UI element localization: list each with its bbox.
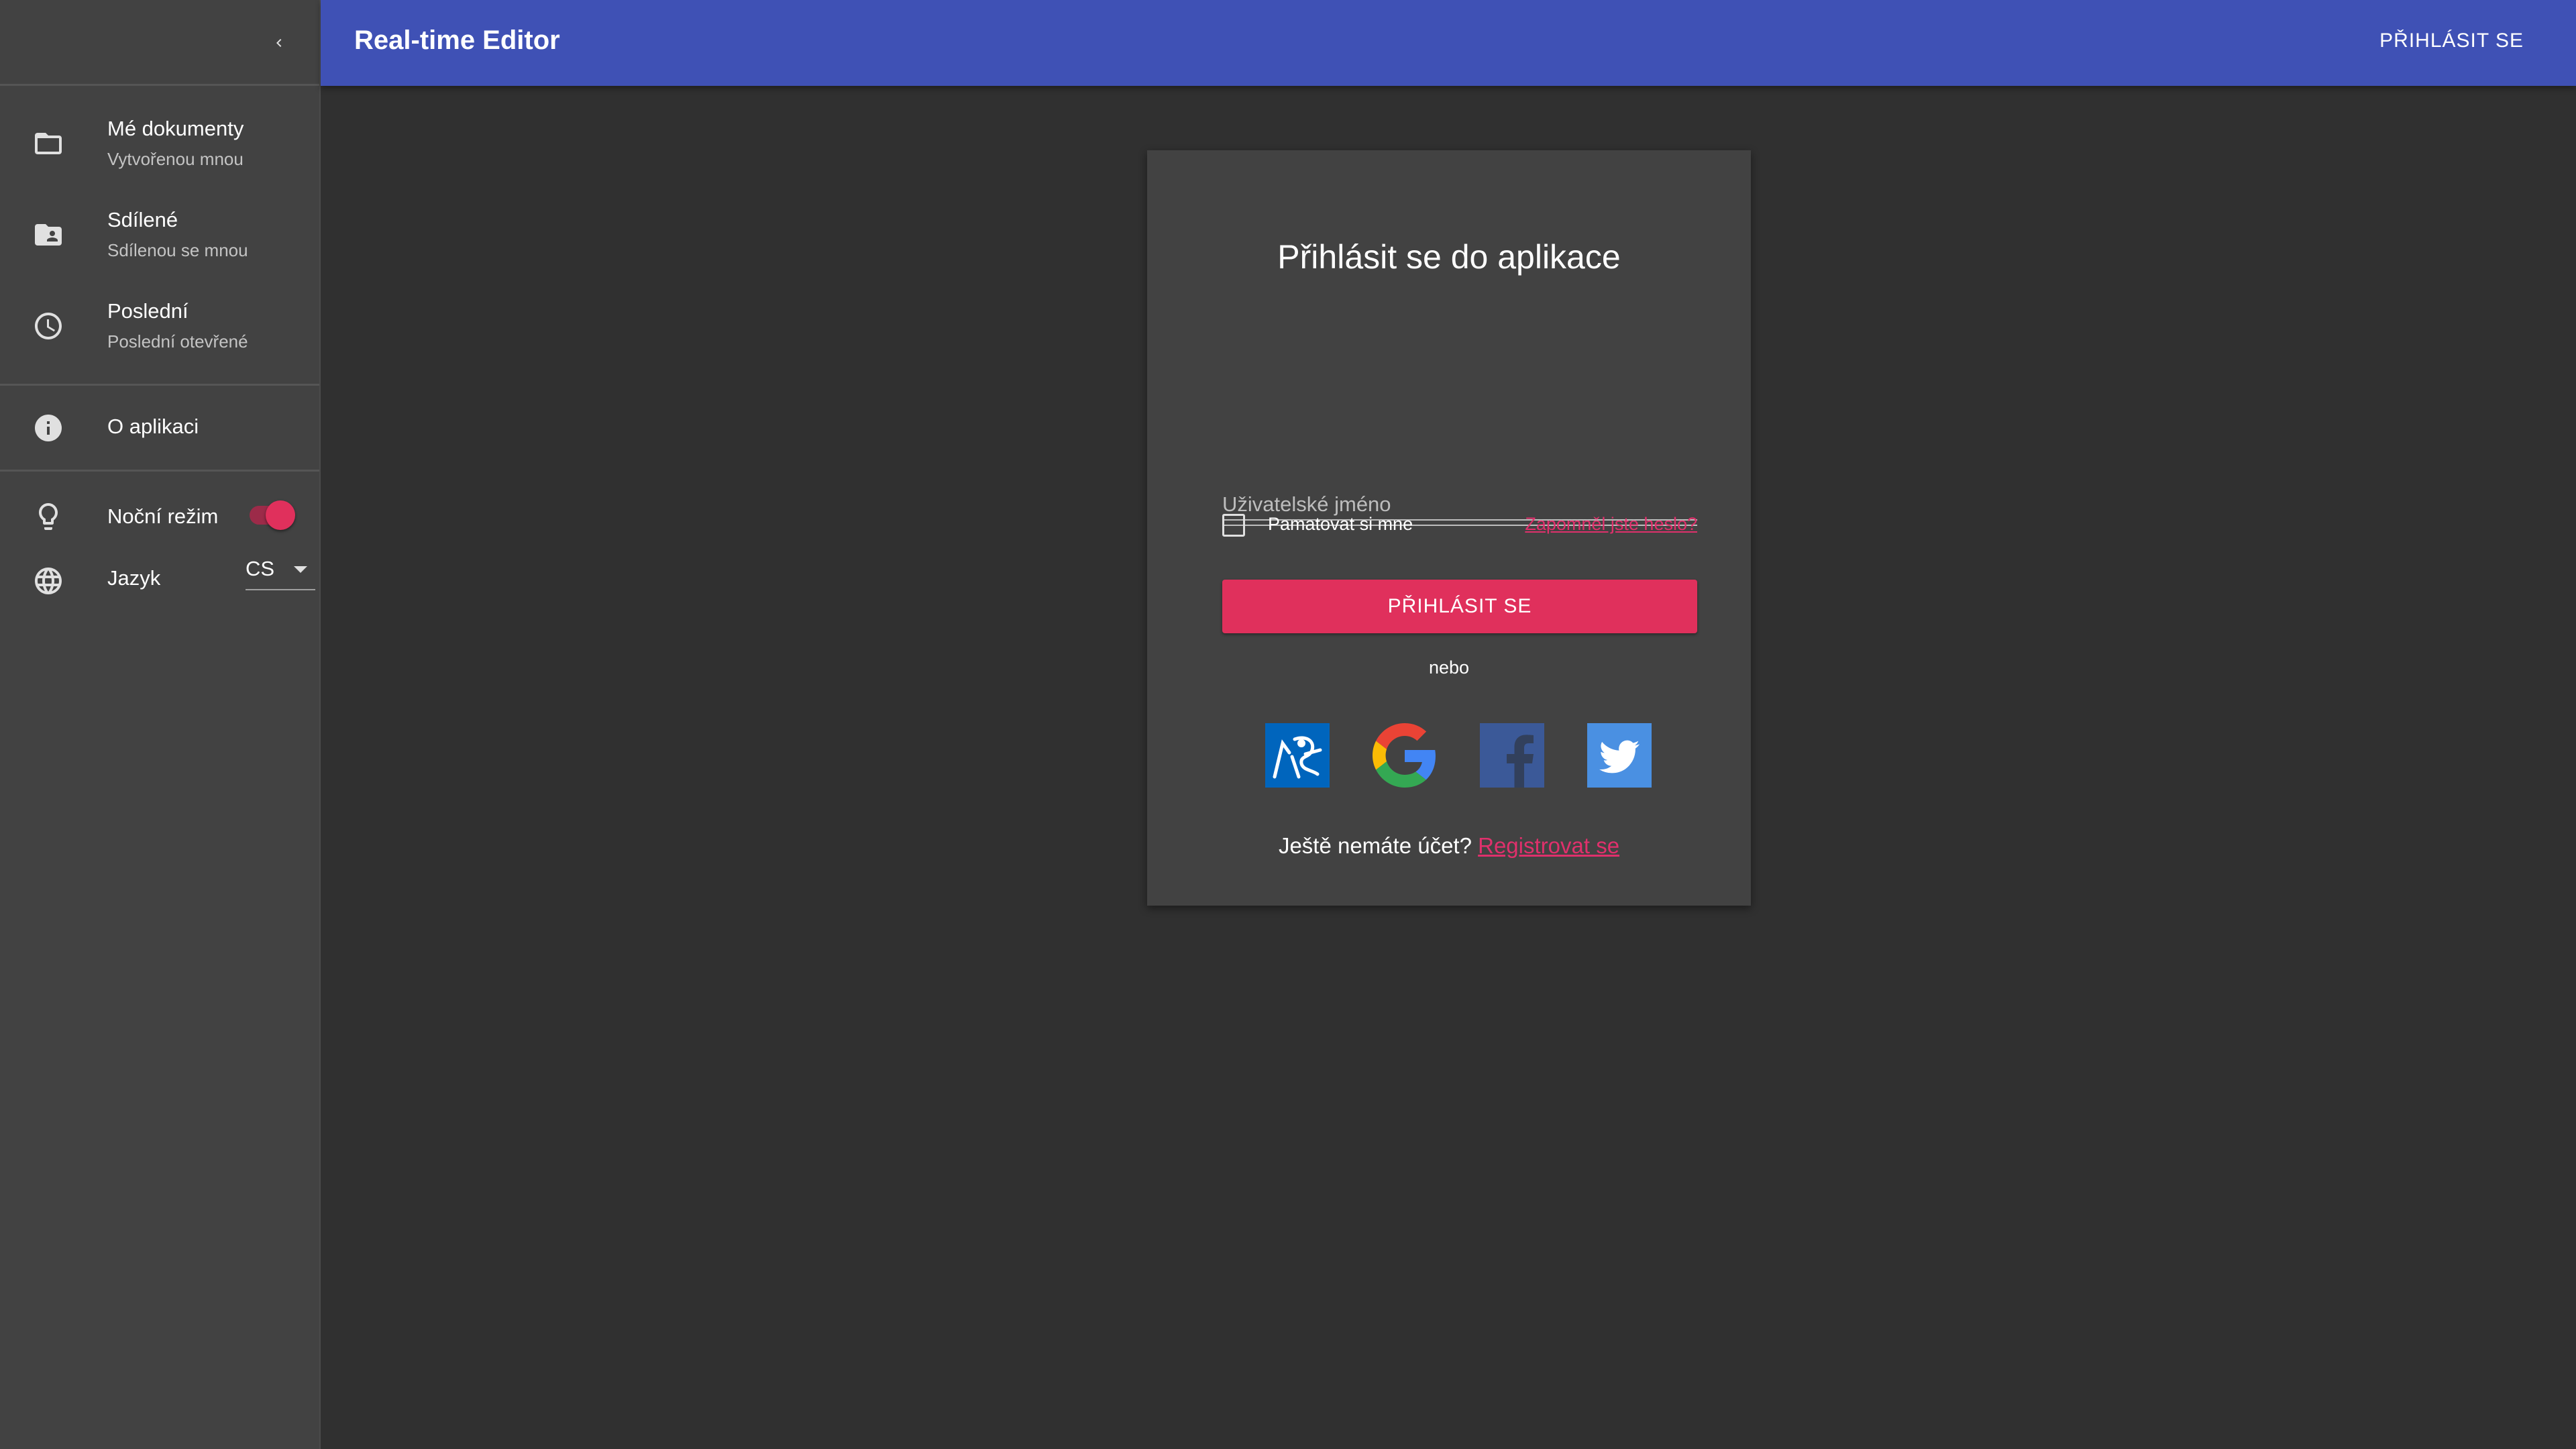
night-mode-label: Noční režim [107, 504, 219, 528]
google-login-button[interactable] [1373, 723, 1437, 788]
login-submit-button[interactable]: PŘIHLÁSIT SE [1222, 580, 1697, 633]
app-title: Real-time Editor [354, 25, 560, 55]
sidebar-item-about[interactable]: O aplikaci [0, 386, 319, 470]
language-select[interactable]: CS [246, 554, 315, 590]
facebook-login-button[interactable] [1480, 723, 1544, 788]
register-prompt-line: Ještě nemáte účet? Registrovat se [1147, 833, 1751, 859]
folder-icon [31, 126, 66, 161]
twitter-logo-icon [1587, 723, 1652, 788]
sidebar-item-title: Poslední [107, 299, 189, 323]
remember-label: Pamatovat si mne [1268, 514, 1413, 534]
clock-icon [31, 309, 66, 343]
register-link[interactable]: Registrovat se [1478, 833, 1619, 858]
globe-icon [31, 564, 66, 598]
sidebar-item-recent[interactable]: Poslední Poslední otevřené [0, 280, 319, 372]
language-label: Jazyk [107, 566, 161, 590]
sidebar-item-title: Mé dokumenty [107, 117, 244, 140]
sidebar-item-shared[interactable]: Sdílené Sdílenou se mnou [0, 189, 319, 280]
sidebar-item-subtitle: Poslední otevřené [107, 331, 248, 352]
app-bar: Real-time Editor PŘIHLÁSIT SE [321, 0, 2576, 86]
sidebar-header [0, 0, 319, 86]
login-title: Přihlásit se do aplikace [1277, 238, 1621, 276]
sidebar-item-my-documents[interactable]: Mé dokumenty Vytvořenou mnou [0, 98, 319, 189]
night-mode-toggle-thumb[interactable] [266, 500, 295, 530]
google-logo-icon [1373, 723, 1436, 788]
sidebar-divider [0, 384, 319, 386]
sidebar-item-subtitle: Sdílenou se mnou [107, 240, 248, 260]
sidebar-item-title: Sdílené [107, 208, 178, 231]
cvut-logo-icon [1265, 723, 1330, 788]
header-login-button[interactable]: PŘIHLÁSIT SE [2379, 30, 2524, 52]
facebook-logo-icon [1480, 723, 1544, 788]
cvut-login-button[interactable] [1265, 723, 1330, 788]
lightbulb-icon [31, 499, 66, 534]
shared-folder-icon [31, 217, 66, 252]
language-value: CS [246, 557, 275, 580]
info-icon [31, 411, 66, 445]
twitter-login-button[interactable] [1587, 723, 1652, 788]
sidebar-item-subtitle: Vytvořenou mnou [107, 149, 244, 169]
sidebar-item-label: O aplikaci [107, 415, 199, 438]
register-prompt: Ještě nemáte účet? [1278, 833, 1472, 858]
dropdown-arrow-icon [294, 566, 307, 573]
remember-checkbox[interactable] [1222, 514, 1245, 537]
forgot-password-link[interactable]: Zapomněl jste heslo? [1525, 514, 1697, 535]
sidebar-divider [0, 470, 319, 472]
login-card: Přihlásit se do aplikace Pamatovat si mn… [1147, 150, 1751, 906]
collapse-sidebar-button[interactable] [260, 24, 298, 62]
sidebar: Mé dokumenty Vytvořenou mnou Sdílené Sdí… [0, 0, 321, 1449]
chevron-left-icon [276, 39, 282, 47]
or-separator: nebo [1428, 657, 1470, 678]
